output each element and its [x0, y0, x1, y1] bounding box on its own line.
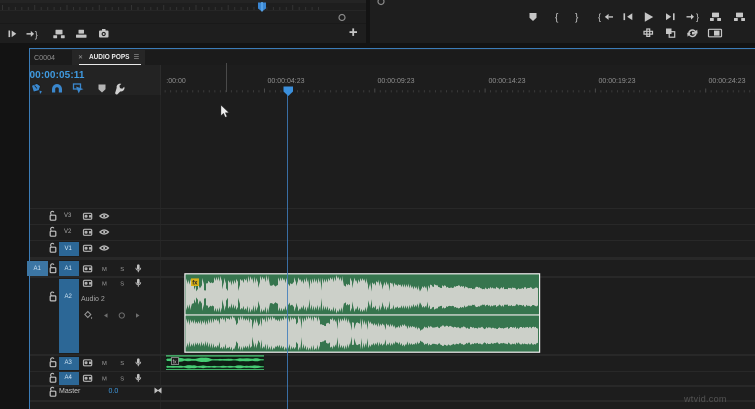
svg-text:fx: fx — [173, 359, 177, 365]
